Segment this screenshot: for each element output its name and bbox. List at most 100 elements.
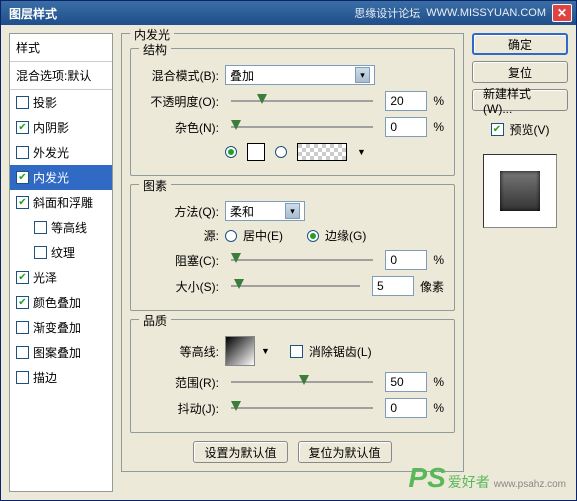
blend-mode-label: 混合模式(B): <box>141 67 219 84</box>
style-item[interactable]: 纹理 <box>10 240 112 265</box>
method-dropdown[interactable]: 柔和 ▾ <box>225 201 305 221</box>
main-panel: 内发光 结构 混合模式(B): 叠加 ▾ 不透明度(O): 20 <box>121 33 464 492</box>
source-center-label: 居中(E) <box>243 227 283 244</box>
style-item-label: 纹理 <box>51 244 75 261</box>
choke-slider[interactable] <box>231 251 373 269</box>
opacity-slider[interactable] <box>231 92 373 110</box>
style-item[interactable]: 图案叠加 <box>10 340 112 365</box>
style-item-label: 内发光 <box>33 169 69 186</box>
noise-unit: % <box>433 120 444 134</box>
style-checkbox[interactable] <box>16 171 29 184</box>
new-style-button[interactable]: 新建样式(W)... <box>472 89 568 111</box>
cancel-button[interactable]: 复位 <box>472 61 568 83</box>
range-unit: % <box>433 375 444 389</box>
style-checkbox[interactable] <box>16 146 29 159</box>
style-checkbox[interactable] <box>16 346 29 359</box>
opacity-label: 不透明度(O): <box>141 93 219 110</box>
preview-box <box>483 154 557 228</box>
blend-mode-value: 叠加 <box>230 67 254 84</box>
style-item-label: 等高线 <box>51 219 87 236</box>
jitter-unit: % <box>433 401 444 415</box>
window-title: 图层样式 <box>5 5 57 22</box>
style-item-label: 颜色叠加 <box>33 294 81 311</box>
gradient-radio[interactable] <box>275 146 287 158</box>
style-checkbox[interactable] <box>34 246 47 259</box>
choke-input[interactable]: 0 <box>385 250 427 270</box>
reset-default-button[interactable]: 复位为默认值 <box>298 441 392 463</box>
elements-group: 图素 方法(Q): 柔和 ▾ 源: 居中(E) 边缘 <box>130 184 455 311</box>
style-checkbox[interactable] <box>16 321 29 334</box>
style-item-label: 斜面和浮雕 <box>33 194 93 211</box>
styles-header[interactable]: 样式 <box>10 34 112 62</box>
style-item[interactable]: 描边 <box>10 365 112 390</box>
chevron-down-icon[interactable]: ▼ <box>357 147 366 157</box>
set-default-button[interactable]: 设置为默认值 <box>193 441 287 463</box>
source-edge-label: 边缘(G) <box>325 227 366 244</box>
preview-label: 预览(V) <box>510 121 550 138</box>
jitter-slider[interactable] <box>231 399 373 417</box>
structure-title: 结构 <box>139 41 171 58</box>
titlebar: 图层样式 思缘设计论坛 WWW.MISSYUAN.COM ✕ <box>1 1 576 25</box>
style-item[interactable]: 投影 <box>10 90 112 115</box>
method-label: 方法(Q): <box>141 203 219 220</box>
size-label: 大小(S): <box>141 278 219 295</box>
style-item[interactable]: 斜面和浮雕 <box>10 190 112 215</box>
size-unit: 像素 <box>420 278 444 295</box>
style-item[interactable]: 渐变叠加 <box>10 315 112 340</box>
noise-input[interactable]: 0 <box>385 117 427 137</box>
close-icon[interactable]: ✕ <box>552 4 572 22</box>
watermark: PS 爱好者 www.psahz.com <box>408 462 566 494</box>
color-radio[interactable] <box>225 146 237 158</box>
antialias-checkbox[interactable] <box>290 345 303 358</box>
style-checkbox[interactable] <box>16 196 29 209</box>
size-slider[interactable] <box>231 277 360 295</box>
gradient-swatch[interactable] <box>297 143 347 161</box>
style-item[interactable]: 外发光 <box>10 140 112 165</box>
size-input[interactable]: 5 <box>372 276 414 296</box>
preview-checkbox[interactable] <box>491 123 504 136</box>
style-item-label: 描边 <box>33 369 57 386</box>
layer-style-dialog: 图层样式 思缘设计论坛 WWW.MISSYUAN.COM ✕ 样式 混合选项:默… <box>0 0 577 501</box>
elements-title: 图素 <box>139 177 171 194</box>
style-checkbox[interactable] <box>16 96 29 109</box>
style-item[interactable]: 内发光 <box>10 165 112 190</box>
chevron-down-icon: ▾ <box>285 203 300 219</box>
style-item[interactable]: 等高线 <box>10 215 112 240</box>
contour-picker[interactable] <box>225 336 255 366</box>
source-label: 源: <box>141 227 219 244</box>
styles-list: 样式 混合选项:默认 投影内阴影外发光内发光斜面和浮雕等高线纹理光泽颜色叠加渐变… <box>9 33 113 492</box>
noise-label: 杂色(N): <box>141 119 219 136</box>
blend-options-default[interactable]: 混合选项:默认 <box>10 62 112 90</box>
style-item[interactable]: 光泽 <box>10 265 112 290</box>
ok-button[interactable]: 确定 <box>472 33 568 55</box>
choke-label: 阻塞(C): <box>141 252 219 269</box>
blend-mode-dropdown[interactable]: 叠加 ▾ <box>225 65 375 85</box>
style-item-label: 内阴影 <box>33 119 69 136</box>
jitter-input[interactable]: 0 <box>385 398 427 418</box>
color-swatch[interactable] <box>247 143 265 161</box>
style-checkbox[interactable] <box>16 271 29 284</box>
style-checkbox[interactable] <box>34 221 47 234</box>
style-item-label: 投影 <box>33 94 57 111</box>
range-slider[interactable] <box>231 373 373 391</box>
opacity-input[interactable]: 20 <box>385 91 427 111</box>
style-checkbox[interactable] <box>16 296 29 309</box>
opacity-unit: % <box>433 94 444 108</box>
chevron-down-icon[interactable]: ▼ <box>261 346 270 356</box>
source-edge-radio[interactable] <box>307 230 319 242</box>
style-checkbox[interactable] <box>16 371 29 384</box>
antialias-label: 消除锯齿(L) <box>309 343 372 360</box>
site-name: 思缘设计论坛 <box>354 5 420 21</box>
style-item-label: 外发光 <box>33 144 69 161</box>
noise-slider[interactable] <box>231 118 373 136</box>
style-item[interactable]: 颜色叠加 <box>10 290 112 315</box>
range-input[interactable]: 50 <box>385 372 427 392</box>
style-checkbox[interactable] <box>16 121 29 134</box>
style-item-label: 渐变叠加 <box>33 319 81 336</box>
quality-title: 品质 <box>139 312 171 329</box>
source-center-radio[interactable] <box>225 230 237 242</box>
style-item-label: 图案叠加 <box>33 344 81 361</box>
style-item[interactable]: 内阴影 <box>10 115 112 140</box>
style-item-label: 光泽 <box>33 269 57 286</box>
right-panel: 确定 复位 新建样式(W)... 预览(V) <box>472 33 568 492</box>
